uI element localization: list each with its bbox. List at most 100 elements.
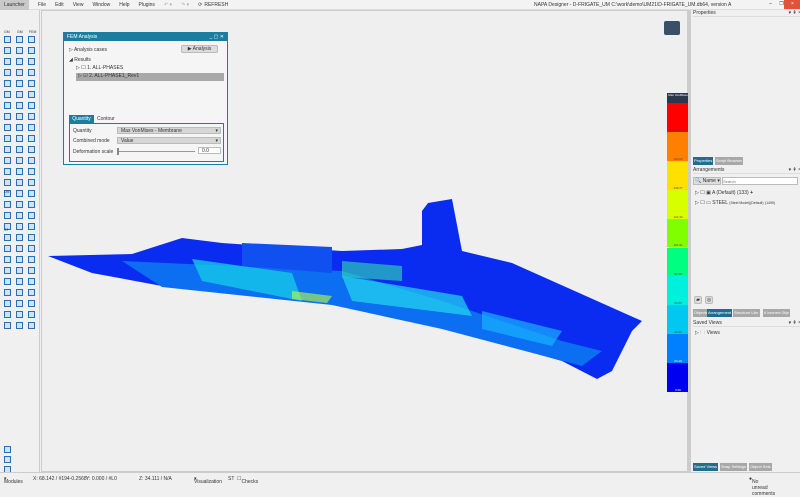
tool-icon[interactable] [4, 113, 11, 120]
deformation-slider[interactable] [117, 148, 195, 155]
tab-properties[interactable]: Properties [693, 157, 714, 165]
close-button[interactable]: × [784, 0, 800, 9]
panel-controls[interactable]: ▾ ⇞ × [789, 320, 800, 327]
tool-icon[interactable] [28, 179, 35, 186]
tab-quantity[interactable]: Quantity [69, 115, 94, 123]
tree-item-views[interactable]: ▷ 🗀 Views [695, 330, 720, 338]
tool-icon[interactable] [4, 446, 11, 453]
menu-edit[interactable]: Edit [55, 2, 64, 8]
quantity-select[interactable]: Max VonMises - Membrane ▾ [117, 127, 221, 134]
tool-icon[interactable] [28, 124, 35, 131]
tool-icon[interactable] [16, 267, 23, 274]
tool-icon[interactable] [4, 69, 11, 76]
tool-icon[interactable] [28, 135, 35, 142]
tool-icon[interactable] [16, 245, 23, 252]
result-item-2[interactable]: ▷ ☑ 2. ALL-PHASE1_Rev1 [76, 73, 224, 81]
tool-icon[interactable] [4, 58, 11, 65]
tool-icon[interactable] [28, 322, 35, 329]
menu-window[interactable]: Window [92, 2, 110, 8]
redo-icon[interactable]: ↷ ▾ [181, 2, 189, 8]
tool-icon[interactable] [4, 456, 11, 463]
tool-icon[interactable] [4, 234, 11, 241]
tool-icon[interactable] [28, 267, 35, 274]
tool-icon[interactable] [28, 245, 35, 252]
launcher-button[interactable]: Launcher [0, 0, 29, 10]
tool-icon[interactable] [4, 91, 11, 98]
checks-toggle[interactable]: ☐ Checks [237, 476, 258, 485]
deformation-scale-input[interactable]: 0.0 [198, 147, 221, 154]
tool-icon[interactable] [4, 289, 11, 296]
tool-icon[interactable] [28, 113, 35, 120]
tool-icon[interactable] [4, 256, 11, 263]
tool-icon[interactable] [4, 179, 11, 186]
tab-incorrect-objects[interactable]: 6 Incorrect Obje [763, 309, 790, 317]
visualization-menu[interactable]: Visualization ▾ [194, 476, 222, 485]
panel-controls[interactable]: ▾ ⇞ × [789, 10, 800, 17]
refresh-icon[interactable]: ⟳ [198, 2, 202, 8]
tool-icon[interactable] [4, 157, 11, 164]
panel-controls[interactable]: ▾ ⇞ × [789, 167, 800, 174]
tool-icon[interactable] [28, 234, 35, 241]
tool-icon[interactable] [16, 190, 23, 197]
tool-icon[interactable] [28, 146, 35, 153]
modules-menu[interactable]: Modules ▾ [4, 476, 23, 485]
tool-icon[interactable] [28, 289, 35, 296]
tool-icon[interactable] [28, 157, 35, 164]
menu-view[interactable]: View [73, 2, 84, 8]
tool-icon[interactable] [4, 311, 11, 318]
tool-icon[interactable] [4, 102, 11, 109]
tool-icon[interactable] [16, 256, 23, 263]
refresh-button[interactable]: REFRESH [204, 2, 228, 8]
tool-icon[interactable] [4, 124, 11, 131]
combined-mode-select[interactable]: Value ▾ [117, 137, 221, 144]
tool-icon[interactable] [16, 201, 23, 208]
tree-item-a[interactable]: ▷ ☐ ▣ A (Default) (133) + [695, 190, 753, 196]
comments-indicator[interactable]: ● No unread comments [749, 476, 775, 497]
search-input[interactable] [722, 177, 798, 185]
tab-saved-views[interactable]: Saved Views [693, 463, 719, 471]
tool-icon[interactable] [4, 322, 11, 329]
tool-icon[interactable] [4, 36, 11, 43]
results-node[interactable]: ◢ Results [69, 57, 91, 63]
tool-icon[interactable] [16, 124, 23, 131]
tool-icon[interactable] [16, 168, 23, 175]
tool-icon[interactable] [4, 47, 11, 54]
tool-icon[interactable] [28, 69, 35, 76]
tool-icon[interactable] [4, 80, 11, 87]
folder-icon[interactable]: ▰ [694, 296, 702, 304]
tool-icon[interactable] [28, 47, 35, 54]
tool-icon[interactable] [4, 267, 11, 274]
undo-icon[interactable]: ↶ ▾ [164, 2, 172, 8]
tool-icon[interactable] [16, 36, 23, 43]
tool-icon[interactable] [16, 212, 23, 219]
tool-icon[interactable] [4, 278, 11, 285]
tab-structure-library[interactable]: Structure Libr. [733, 309, 760, 317]
analysis-button[interactable]: ▶ Analysis [181, 45, 218, 53]
search-field-select[interactable]: 🔍 Name ▾ [693, 177, 721, 185]
slider-thumb[interactable] [117, 148, 119, 155]
tool-icon[interactable] [4, 201, 11, 208]
tool-icon[interactable] [28, 212, 35, 219]
tool-icon[interactable] [28, 80, 35, 87]
tool-icon[interactable] [16, 289, 23, 296]
tool-icon[interactable] [16, 69, 23, 76]
tool-icon[interactable] [4, 212, 11, 219]
tool-icon[interactable] [28, 300, 35, 307]
tool-icon[interactable] [16, 278, 23, 285]
tool-icon[interactable] [16, 157, 23, 164]
menu-plugins[interactable]: Plugins [139, 2, 155, 8]
tool-icon[interactable] [16, 113, 23, 120]
tool-icon[interactable] [28, 168, 35, 175]
tab-script-browser[interactable]: Script Browser [715, 157, 744, 165]
tool-icon[interactable] [16, 146, 23, 153]
tool-icon[interactable] [28, 190, 35, 197]
tool-icon[interactable] [16, 223, 23, 230]
tool-icon[interactable] [16, 234, 23, 241]
tool-icon[interactable] [16, 322, 23, 329]
result-item-1[interactable]: ▷ ☐ 1. ALL-PHASES [76, 65, 123, 71]
tool-icon[interactable] [16, 47, 23, 54]
tool-icon[interactable] [28, 201, 35, 208]
tool-icon[interactable] [28, 102, 35, 109]
tool-icon[interactable] [16, 135, 23, 142]
dialog-window-controls[interactable]: _ ▢ ✕ [210, 33, 224, 41]
